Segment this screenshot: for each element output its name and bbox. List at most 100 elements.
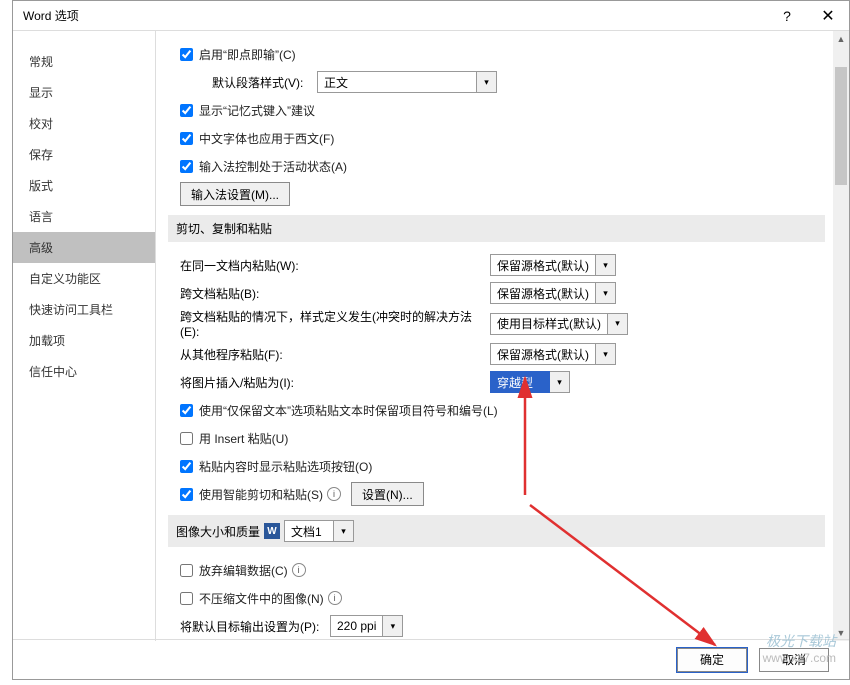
chevron-down-icon: ▾: [608, 313, 628, 335]
row-ime-control: 输入法控制处于活动状态(A): [168, 153, 825, 179]
row-keep-text-only: 使用“仅保留文本”选项粘贴文本时保留项目符号和编号(L): [168, 397, 825, 423]
row-click-type: 启用“即点即输”(C): [168, 41, 825, 67]
select-paste-other-prog-value: 保留源格式(默认): [490, 343, 596, 365]
vertical-scrollbar[interactable]: ▲ ▼: [833, 31, 849, 641]
content-scroll: 启用“即点即输”(C) 默认段落样式(V): 正文 ▾ 显示“记忆式键入”建议 …: [156, 31, 833, 641]
content-area: 启用“即点即输”(C) 默认段落样式(V): 正文 ▾ 显示“记忆式键入”建议 …: [156, 31, 849, 641]
select-default-res-value: 220 ppi: [330, 615, 383, 637]
smart-cut-settings-button[interactable]: 设置(N)...: [351, 482, 424, 506]
row-show-paste-options: 粘贴内容时显示粘贴选项按钮(O): [168, 453, 825, 479]
row-paste-same-doc: 在同一文档内粘贴(W): 保留源格式(默认) ▾: [168, 252, 825, 278]
checkbox-keep-text-only[interactable]: [180, 404, 193, 417]
chevron-down-icon: ▾: [596, 254, 616, 276]
sidebar-item-quick-access[interactable]: 快速访问工具栏: [13, 294, 155, 325]
dialog-footer: 确定 取消: [13, 639, 849, 679]
close-button[interactable]: ✕: [807, 6, 849, 26]
label-click-type: 启用“即点即输”(C): [199, 46, 296, 63]
sidebar-item-trust-center[interactable]: 信任中心: [13, 356, 155, 387]
sidebar-item-customize-ribbon[interactable]: 自定义功能区: [13, 263, 155, 294]
titlebar: Word 选项 ? ✕: [13, 1, 849, 31]
scroll-up-icon[interactable]: ▲: [833, 31, 849, 47]
sidebar-item-display[interactable]: 显示: [13, 77, 155, 108]
label-insert-picture-as: 将图片插入/粘贴为(I):: [180, 374, 490, 391]
checkbox-smart-cut-paste[interactable]: [180, 488, 193, 501]
label-cjk-font: 中文字体也应用于西文(F): [199, 130, 334, 147]
row-no-compress: 不压缩文件中的图像(N) i: [168, 585, 825, 611]
chevron-down-icon: ▾: [596, 343, 616, 365]
section-image-quality: 图像大小和质量 W 文档1 ▾: [168, 515, 825, 547]
section-cut-copy-paste: 剪切、复制和粘贴: [168, 215, 825, 242]
chevron-down-icon: ▾: [334, 520, 354, 542]
select-paste-cross-conflict[interactable]: 使用目标样式(默认) ▾: [490, 313, 628, 335]
label-discard-edit: 放弃编辑数据(C): [199, 562, 288, 579]
help-button[interactable]: ?: [767, 8, 807, 24]
label-default-para: 默认段落样式(V):: [212, 74, 317, 91]
sidebar-item-language[interactable]: 语言: [13, 201, 155, 232]
label-paste-same-doc: 在同一文档内粘贴(W):: [180, 257, 490, 274]
dialog-body: 常规 显示 校对 保存 版式 语言 高级 自定义功能区 快速访问工具栏 加载项 …: [13, 31, 849, 641]
select-paste-same-doc[interactable]: 保留源格式(默认) ▾: [490, 254, 616, 276]
info-icon[interactable]: i: [328, 591, 342, 605]
label-default-res: 将默认目标输出设置为(P):: [180, 618, 330, 635]
word-doc-icon: W: [264, 523, 280, 539]
checkbox-use-insert[interactable]: [180, 432, 193, 445]
select-insert-picture-as[interactable]: 穿越型 ▾: [490, 371, 570, 393]
row-paste-cross-conflict: 跨文档粘贴的情况下，样式定义发生(冲突时的解决方法(E): 使用目标样式(默认)…: [168, 308, 825, 339]
select-insert-picture-as-value: 穿越型: [490, 371, 550, 393]
chevron-down-icon: ▾: [383, 615, 403, 637]
select-paste-same-doc-value: 保留源格式(默认): [490, 254, 596, 276]
scrollbar-track[interactable]: [833, 47, 849, 625]
row-default-res: 将默认目标输出设置为(P): 220 ppi ▾: [168, 613, 825, 639]
sidebar-item-general[interactable]: 常规: [13, 46, 155, 77]
row-paste-cross-doc: 跨文档粘贴(B): 保留源格式(默认) ▾: [168, 280, 825, 306]
select-paste-other-prog[interactable]: 保留源格式(默认) ▾: [490, 343, 616, 365]
label-no-compress: 不压缩文件中的图像(N): [199, 590, 324, 607]
sidebar-item-addins[interactable]: 加载项: [13, 325, 155, 356]
scrollbar-thumb[interactable]: [835, 67, 847, 185]
chevron-down-icon: ▾: [477, 71, 497, 93]
label-image-quality-header: 图像大小和质量: [176, 523, 260, 540]
label-paste-cross-doc: 跨文档粘贴(B):: [180, 285, 490, 302]
cancel-button[interactable]: 取消: [759, 648, 829, 672]
sidebar-item-save[interactable]: 保存: [13, 139, 155, 170]
label-use-insert: 用 Insert 粘贴(U): [199, 430, 288, 447]
row-show-memory: 显示“记忆式键入”建议: [168, 97, 825, 123]
row-paste-other-prog: 从其他程序粘贴(F): 保留源格式(默认) ▾: [168, 341, 825, 367]
select-image-quality-doc[interactable]: 文档1 ▾: [284, 520, 354, 542]
dialog-title: Word 选项: [23, 7, 767, 24]
checkbox-show-paste-options[interactable]: [180, 460, 193, 473]
info-icon[interactable]: i: [292, 563, 306, 577]
select-image-quality-doc-value: 文档1: [284, 520, 334, 542]
sidebar-item-layout[interactable]: 版式: [13, 170, 155, 201]
ime-settings-button[interactable]: 输入法设置(M)...: [180, 182, 290, 206]
label-paste-other-prog: 从其他程序粘贴(F):: [180, 346, 490, 363]
chevron-down-icon: ▾: [550, 371, 570, 393]
select-default-para[interactable]: 正文 ▾: [317, 71, 497, 93]
select-paste-cross-doc[interactable]: 保留源格式(默认) ▾: [490, 282, 616, 304]
info-icon[interactable]: i: [327, 487, 341, 501]
checkbox-discard-edit[interactable]: [180, 564, 193, 577]
select-paste-cross-doc-value: 保留源格式(默认): [490, 282, 596, 304]
word-options-dialog: Word 选项 ? ✕ 常规 显示 校对 保存 版式 语言 高级 自定义功能区 …: [12, 0, 850, 680]
checkbox-no-compress[interactable]: [180, 592, 193, 605]
row-insert-picture-as: 将图片插入/粘贴为(I): 穿越型 ▾: [168, 369, 825, 395]
row-smart-cut-paste: 使用智能剪切和粘贴(S) i 设置(N)...: [168, 481, 825, 507]
checkbox-click-type[interactable]: [180, 48, 193, 61]
select-default-res[interactable]: 220 ppi ▾: [330, 615, 403, 637]
label-ime-control: 输入法控制处于活动状态(A): [199, 158, 347, 175]
row-ime-settings: 输入法设置(M)...: [168, 181, 825, 207]
row-cjk-font: 中文字体也应用于西文(F): [168, 125, 825, 151]
checkbox-ime-control[interactable]: [180, 160, 193, 173]
chevron-down-icon: ▾: [596, 282, 616, 304]
label-show-memory: 显示“记忆式键入”建议: [199, 102, 315, 119]
label-show-paste-options: 粘贴内容时显示粘贴选项按钮(O): [199, 458, 372, 475]
row-default-para: 默认段落样式(V): 正文 ▾: [184, 69, 825, 95]
ok-button[interactable]: 确定: [677, 648, 747, 672]
sidebar-item-advanced[interactable]: 高级: [13, 232, 155, 263]
sidebar-item-proofing[interactable]: 校对: [13, 108, 155, 139]
checkbox-show-memory[interactable]: [180, 104, 193, 117]
label-keep-text-only: 使用“仅保留文本”选项粘贴文本时保留项目符号和编号(L): [199, 402, 498, 419]
label-smart-cut-paste: 使用智能剪切和粘贴(S): [199, 486, 323, 503]
checkbox-cjk-font[interactable]: [180, 132, 193, 145]
row-use-insert: 用 Insert 粘贴(U): [168, 425, 825, 451]
